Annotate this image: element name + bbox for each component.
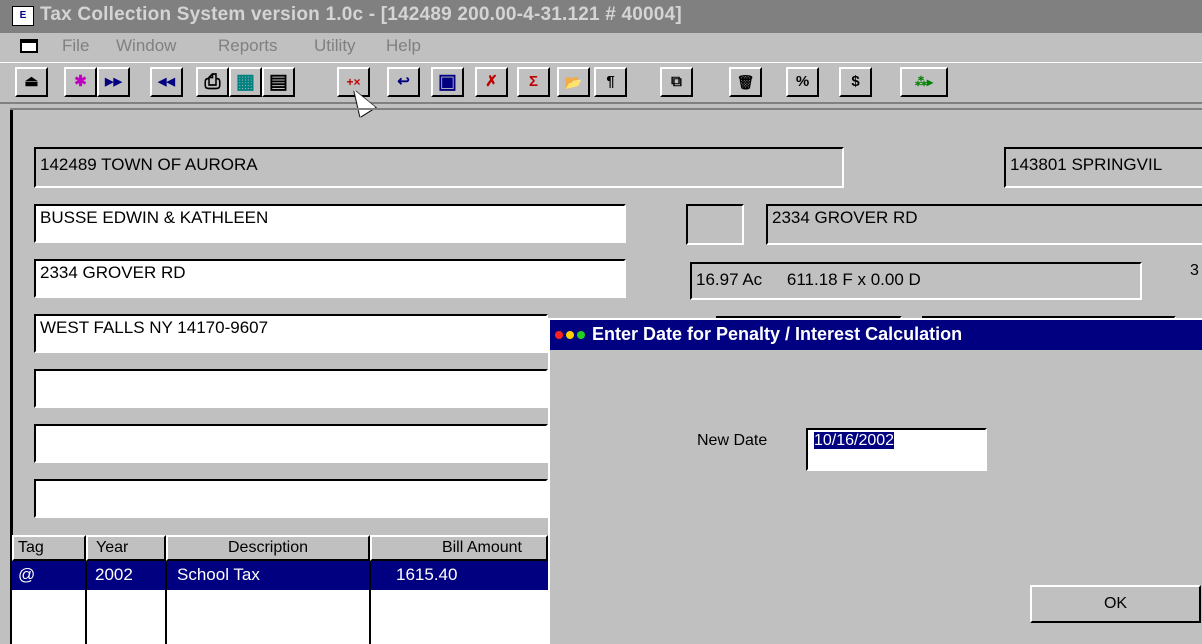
- new-date-label: New Date: [697, 432, 768, 449]
- dialog-title: Enter Date for Penalty / Interest Calcul…: [592, 324, 963, 344]
- acreage-field: 16.97 Ac 611.18 F x 0.00 D: [690, 262, 1142, 300]
- address-line-6-input[interactable]: [34, 479, 548, 518]
- form-frame-top: [10, 108, 1202, 110]
- screen-icon[interactable]: ▣: [431, 67, 464, 97]
- cell-description[interactable]: School Tax: [177, 565, 260, 585]
- tree-run-icon[interactable]: ⁂▸: [900, 67, 948, 97]
- document-icon[interactable]: [20, 39, 38, 53]
- cell-year[interactable]: 2002: [95, 565, 133, 585]
- new-date-input[interactable]: 10/16/2002: [806, 428, 987, 471]
- traffic-light-icon: [555, 331, 585, 339]
- grid-divider: [165, 561, 167, 644]
- grid-icon[interactable]: ▦: [229, 67, 262, 97]
- cell-bill-amount[interactable]: 1615.40: [396, 565, 457, 585]
- list-icon[interactable]: ▤: [262, 67, 295, 97]
- sum-icon[interactable]: Σ: [517, 67, 550, 97]
- copy-icon[interactable]: ⧉: [660, 67, 693, 97]
- trash-icon[interactable]: 🗑: [729, 67, 762, 97]
- address-line-5-input[interactable]: [34, 424, 548, 463]
- menu-window[interactable]: Window: [116, 36, 176, 56]
- municipality-field: 142489 TOWN OF AURORA: [34, 147, 844, 188]
- dimensions-value: 611.18 F x 0.00 D: [786, 270, 921, 289]
- window-title: Tax Collection System version 1.0c - [14…: [40, 4, 682, 25]
- print-icon[interactable]: ⎙: [196, 67, 229, 97]
- mail-address-input[interactable]: 2334 GROVER RD: [34, 259, 626, 298]
- edge-digit: 3: [1190, 262, 1199, 279]
- menu-file[interactable]: File: [62, 36, 89, 56]
- folder-icon[interactable]: 📂: [557, 67, 590, 97]
- address-line-4-input[interactable]: [34, 369, 548, 408]
- menu-utility[interactable]: Utility: [314, 36, 356, 56]
- percent-icon[interactable]: %: [786, 67, 819, 97]
- menu-help[interactable]: Help: [386, 36, 421, 56]
- strike-icon[interactable]: ✗: [475, 67, 508, 97]
- next-record-icon[interactable]: ▶▶: [97, 67, 130, 97]
- column-header-bill-amount[interactable]: Bill Amount: [370, 535, 548, 561]
- menu-reports[interactable]: Reports: [218, 36, 278, 56]
- grid-divider: [369, 561, 371, 644]
- cell-tag[interactable]: @: [18, 565, 35, 585]
- school-district-field: 143801 SPRINGVIL: [1004, 147, 1202, 188]
- table-row[interactable]: [12, 561, 548, 590]
- column-header-description[interactable]: Description: [166, 535, 370, 561]
- open-icon[interactable]: ⏏: [15, 67, 48, 97]
- column-header-tag[interactable]: Tag: [12, 535, 86, 561]
- city-state-zip-input[interactable]: WEST FALLS NY 14170-9607: [34, 314, 548, 353]
- new-date-value[interactable]: 10/16/2002: [814, 432, 895, 449]
- property-location-field: 2334 GROVER RD: [766, 204, 1202, 245]
- magic-wand-icon[interactable]: ✱: [64, 67, 97, 97]
- dollar-icon[interactable]: $: [839, 67, 872, 97]
- ok-button[interactable]: OK: [1030, 585, 1201, 623]
- menu-bar: [0, 33, 1202, 60]
- return-icon[interactable]: ↩: [387, 67, 420, 97]
- paragraph-icon[interactable]: ¶: [594, 67, 627, 97]
- acreage-value: 16.97 Ac: [696, 270, 763, 289]
- previous-record-icon[interactable]: ◀◀: [150, 67, 183, 97]
- owner-name-input[interactable]: BUSSE EDWIN & KATHLEEN: [34, 204, 626, 243]
- column-header-year[interactable]: Year: [86, 535, 166, 561]
- property-code-field: [686, 204, 744, 245]
- grid-divider: [85, 561, 87, 644]
- app-icon[interactable]: E: [12, 6, 34, 26]
